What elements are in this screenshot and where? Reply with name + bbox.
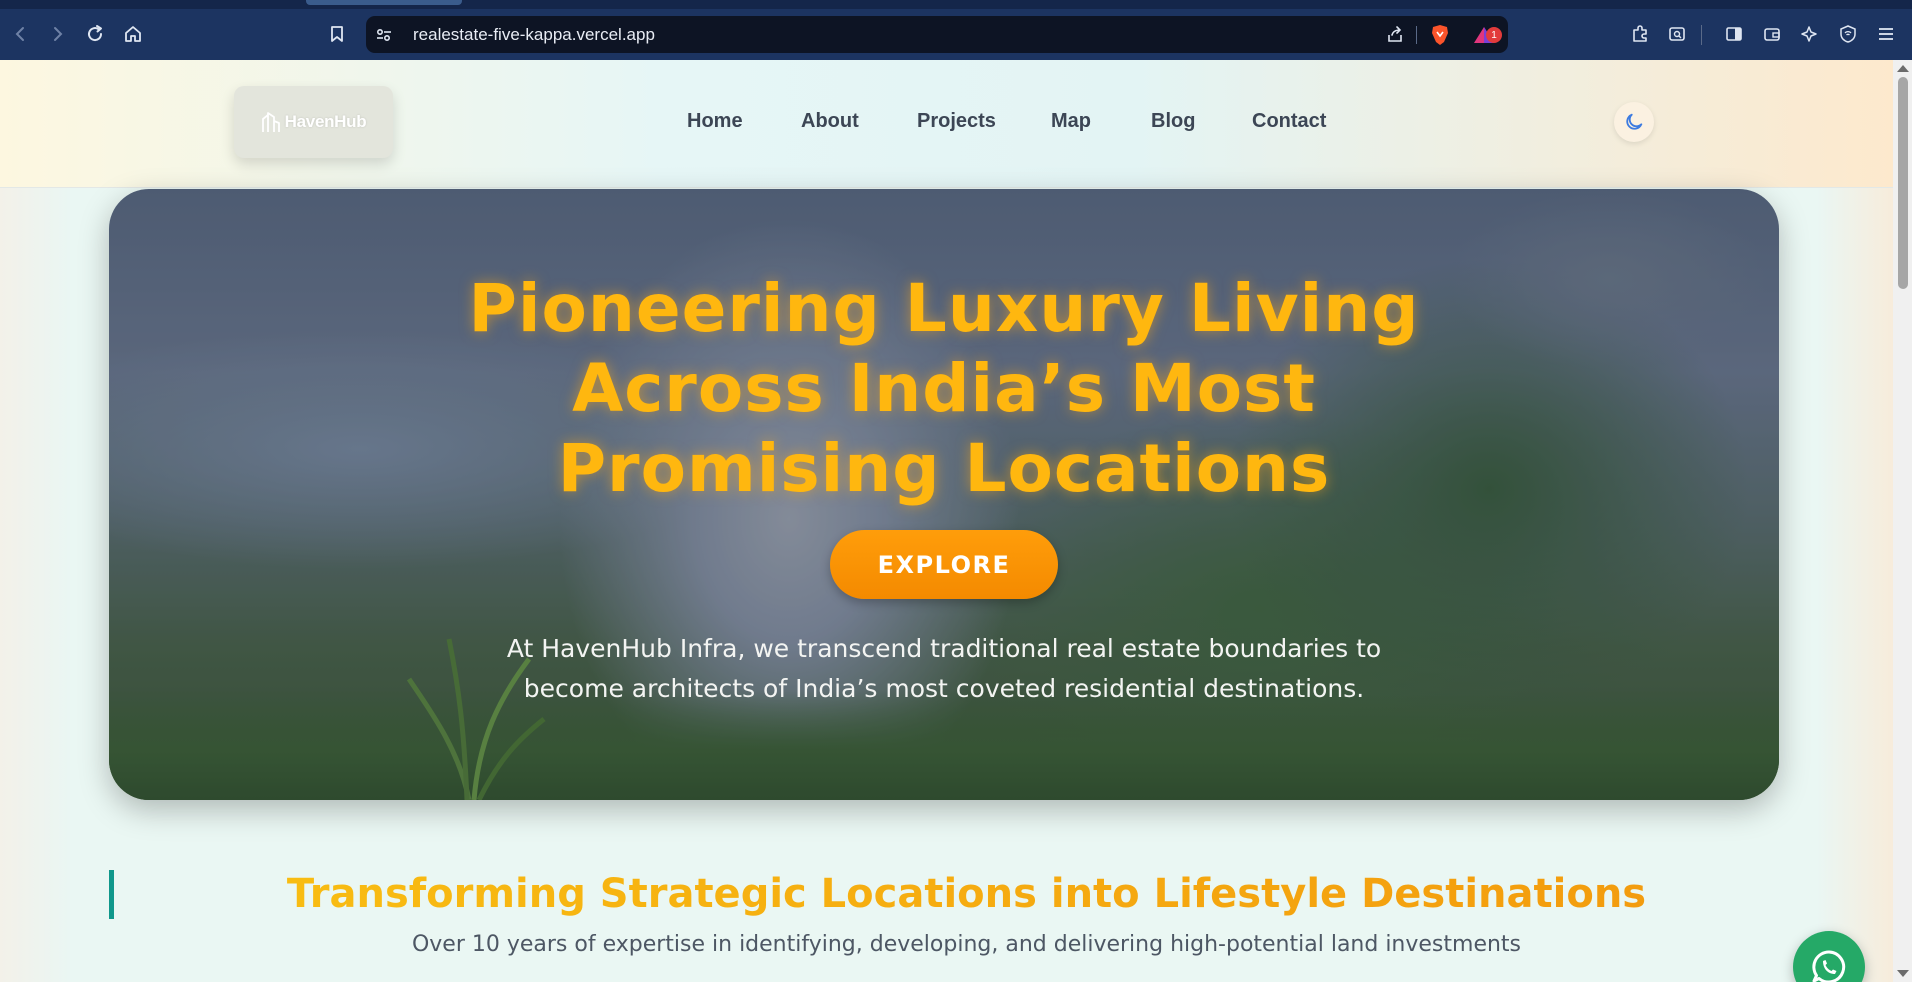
- leo-search-icon[interactable]: [1662, 19, 1692, 49]
- forward-icon[interactable]: [42, 19, 72, 49]
- tab-strip: [0, 0, 1912, 9]
- nav-link-contact[interactable]: Contact: [1252, 110, 1326, 133]
- sidebar-icon[interactable]: [1719, 19, 1749, 49]
- hero-title: Pioneering Luxury Living Across India’s …: [109, 269, 1779, 509]
- page-viewport: HavenHub Home About Projects Map Blog Co…: [0, 60, 1893, 982]
- reload-icon[interactable]: [80, 19, 110, 49]
- theme-toggle-button[interactable]: [1614, 102, 1654, 142]
- nav-link-about[interactable]: About: [801, 110, 859, 133]
- back-icon[interactable]: [6, 19, 36, 49]
- home-icon[interactable]: [118, 19, 148, 49]
- address-bar[interactable]: realestate-five-kappa.vercel.app: [366, 16, 1508, 53]
- scroll-up-arrow[interactable]: [1897, 65, 1909, 72]
- active-tab-indicator[interactable]: [306, 0, 462, 5]
- wallet-icon[interactable]: [1757, 19, 1787, 49]
- hero-title-line: Pioneering Luxury Living: [468, 270, 1420, 347]
- hero-description-line: become architects of India’s most covete…: [523, 674, 1365, 703]
- nav-link-home[interactable]: Home: [687, 110, 743, 133]
- section-title-text: Transforming Strategic Locations into Li…: [286, 871, 1647, 917]
- scroll-thumb[interactable]: [1898, 77, 1908, 289]
- nav-link-projects[interactable]: Projects: [917, 110, 996, 133]
- page-scrollbar[interactable]: [1893, 60, 1912, 982]
- extensions-icon[interactable]: [1625, 19, 1655, 49]
- section-subtitle: Over 10 years of expertise in identifyin…: [411, 932, 1522, 957]
- scroll-down-arrow[interactable]: [1897, 970, 1909, 977]
- whatsapp-icon: [1812, 950, 1846, 982]
- explore-button[interactable]: EXPLORE: [830, 530, 1058, 599]
- share-icon[interactable]: [1384, 24, 1406, 46]
- site-settings-icon[interactable]: [374, 25, 394, 45]
- hero-title-line: Promising Locations: [557, 430, 1331, 507]
- nav-links: Home About Projects Map Blog Contact: [0, 110, 1893, 140]
- vpn-icon[interactable]: [1833, 19, 1863, 49]
- nav-link-map[interactable]: Map: [1051, 110, 1091, 133]
- nav-link-blog[interactable]: Blog: [1151, 110, 1195, 133]
- brave-shields-icon[interactable]: [1429, 24, 1451, 46]
- hero-title-line: Across India’s Most: [572, 350, 1316, 427]
- bookmark-icon[interactable]: [322, 19, 352, 49]
- leo-ai-icon[interactable]: [1795, 19, 1825, 49]
- moon-icon: [1626, 113, 1643, 130]
- section-title: Transforming Strategic Locations into Li…: [0, 871, 1893, 917]
- url-text[interactable]: realestate-five-kappa.vercel.app: [413, 25, 655, 45]
- hero-banner: Pioneering Luxury Living Across India’s …: [109, 189, 1779, 800]
- hero-description-line: At HavenHub Infra, we transcend traditio…: [506, 634, 1382, 663]
- rewards-badge: 1: [1486, 27, 1502, 43]
- site-navbar: HavenHub Home About Projects Map Blog Co…: [0, 60, 1893, 188]
- hero-description: At HavenHub Infra, we transcend traditio…: [109, 629, 1779, 709]
- menu-icon[interactable]: [1871, 19, 1901, 49]
- browser-toolbar: realestate-five-kappa.vercel.app 1: [0, 9, 1912, 60]
